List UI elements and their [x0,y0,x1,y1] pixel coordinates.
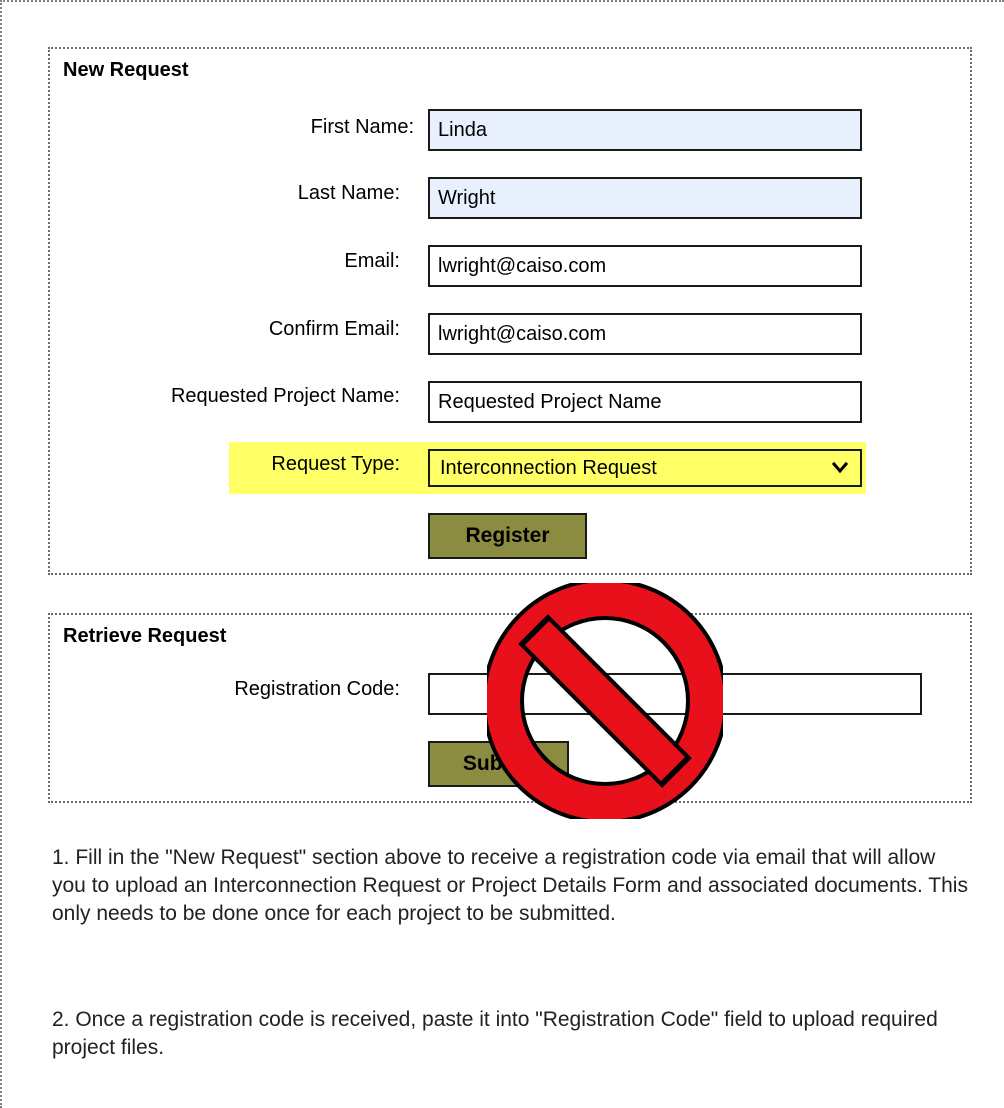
project-name-field[interactable]: Requested Project Name [428,381,862,423]
prohibited-icon [487,583,723,819]
chevron-down-icon [831,461,849,474]
registration-code-label: Registration Code: [234,678,400,700]
instruction-step-1: 1. Fill in the "New Request" section abo… [52,846,968,925]
project-name-label: Requested Project Name: [170,385,400,407]
email-field[interactable]: lwright@caiso.com [428,245,862,287]
new-request-legend: New Request [63,59,189,81]
email-label: Email: [344,250,400,272]
last-name-label: Last Name: [297,182,400,204]
first-name-field[interactable]: Linda [428,109,862,151]
request-type-select[interactable]: Interconnection Request [428,449,862,487]
request-type-value: Interconnection Request [440,456,657,479]
retrieve-request-legend: Retrieve Request [63,625,227,647]
request-type-label: Request Type: [271,453,400,475]
last-name-field[interactable]: Wright [428,177,862,219]
instruction-step-2: 2. Once a registration code is received,… [52,1008,938,1059]
confirm-email-label: Confirm Email: [268,318,400,340]
confirm-email-field[interactable]: lwright@caiso.com [428,313,862,355]
first-name-label: First Name: [310,116,414,138]
register-button[interactable]: Register [428,513,587,559]
